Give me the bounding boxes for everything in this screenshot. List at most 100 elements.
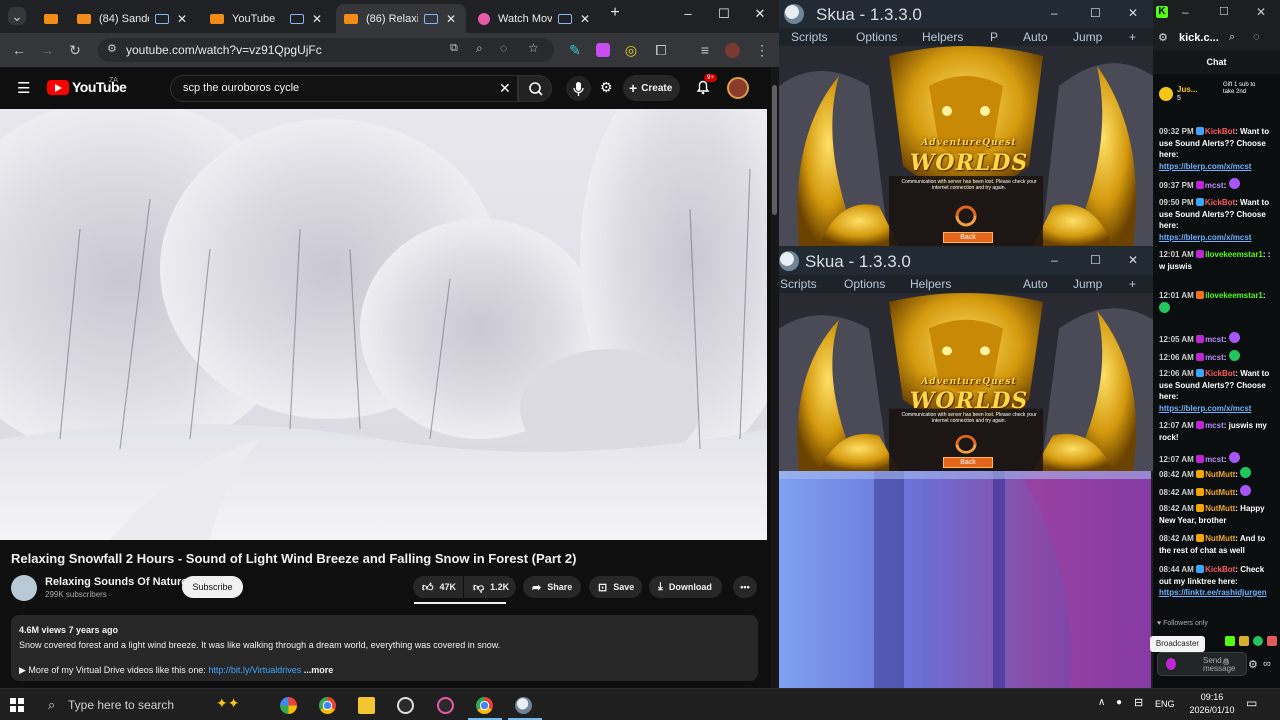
close-tab-icon[interactable]: ✕ [444,12,458,26]
chat-username[interactable]: mcst [1205,335,1224,344]
network-icon[interactable]: ⊟ [1134,696,1143,709]
clear-search-icon[interactable]: ✕ [499,80,511,97]
download-button[interactable]: ⤓ Download [649,576,722,598]
reload-button[interactable]: ↻ [66,41,84,59]
search-button[interactable] [518,75,552,102]
profile-avatar-icon[interactable] [724,42,740,58]
chat-username[interactable]: NutMutt [1205,534,1235,543]
back-button[interactable]: Back [943,232,993,243]
infinity-icon[interactable]: ∞ [1263,658,1271,670]
input-language[interactable]: ENG [1155,699,1175,709]
microphone-icon[interactable]: ● [1116,697,1122,708]
address-bar[interactable]: ⚙ youtube.com/watch?v=vz91QpgUjFc ⧉ ⌕ ◌ … [98,38,554,62]
close-button[interactable]: ✕ [1256,5,1266,19]
scrollbar-thumb[interactable] [772,85,777,215]
media-controls-icon[interactable]: ≡ [696,41,714,59]
description-box[interactable]: 4.6M views 7 years ago Snow covered fore… [11,615,758,681]
tune-icon[interactable]: ⚙ [1158,31,1168,44]
save-button[interactable]: ⊡ Save [589,576,642,598]
like-button[interactable]: 👍︎ 47K [413,576,463,598]
search-query-text[interactable]: scp the ouroboros cycle [183,82,299,94]
close-window-button[interactable]: ✕ [750,6,770,22]
settings-icon[interactable]: ⚙ [1248,658,1258,671]
description-link[interactable]: http://bit.ly/Virtualdrives [208,665,301,675]
eye-off-icon[interactable]: ◌ [500,41,507,55]
page-scrollbar[interactable] [771,67,779,688]
more-actions-button[interactable]: ••• [733,576,757,598]
kick-url[interactable]: kick.c... [1179,32,1219,44]
search-icon[interactable]: ⌕ [1229,31,1235,44]
menu-helpers[interactable]: Helpers [910,277,951,291]
back-button[interactable]: ← [10,41,28,59]
start-button[interactable] [10,698,24,712]
voice-search-button[interactable] [566,76,591,101]
extensions-puzzle-icon[interactable]: ⧠ [652,41,670,59]
youtube-logo-icon[interactable] [47,80,69,95]
send-message-placeholder[interactable]: Send a message [1203,657,1235,673]
menu-options[interactable]: Options [844,277,885,291]
close-tab-icon[interactable]: ✕ [175,12,189,26]
extension-icon-3[interactable]: ◎ [622,41,640,59]
menu-add[interactable]: + [1129,30,1136,44]
cast-icon[interactable]: ⚙ [600,79,613,96]
tab-relaxing[interactable]: (86) Relaxing ✕ [336,4,466,33]
chat-username[interactable]: NutMutt [1205,488,1235,497]
taskbar-search[interactable]: ⌕ Type here to search ✦✦ [42,693,274,717]
close-button[interactable]: ✕ [1128,6,1138,20]
menu-auto[interactable]: Auto [1023,30,1048,44]
tray-chevron-icon[interactable]: ∧ [1098,697,1105,708]
menu-jump[interactable]: Jump [1073,30,1102,44]
chrome-app-icon[interactable] [476,697,493,714]
chat-link[interactable]: https://blerp.com/x/mcst [1159,404,1251,413]
chat-username[interactable]: mcst [1205,455,1224,464]
game-viewport[interactable]: AdventureQuest WORLDS Communication with… [779,46,1153,246]
chat-link[interactable]: https://linktr.ee/rashidjurgen [1159,588,1267,597]
account-avatar[interactable] [727,77,749,99]
emote-icon[interactable] [1267,636,1277,646]
close-tab-icon[interactable]: ✕ [578,12,592,26]
menu-scripts[interactable]: Scripts [780,277,817,291]
tab-sander[interactable]: (84) Sander va ✕ [69,4,197,33]
channel-name-link[interactable]: Relaxing Sounds Of Nature [45,576,187,588]
chrome-app-icon[interactable] [319,697,336,714]
menu-options[interactable]: Options [856,30,897,44]
chat-username[interactable]: KickBot [1205,198,1235,207]
gift-sub-prompt[interactable]: Gift 1 sub to take 2nd [1223,82,1259,96]
minimize-button[interactable]: – [1051,253,1058,267]
menu-add[interactable]: + [1129,277,1136,291]
chat-username[interactable]: mcst [1205,353,1224,362]
maximize-button[interactable]: ☐ [1219,5,1229,18]
search-input[interactable]: scp the ouroboros cycle ✕ [170,75,518,102]
close-button[interactable]: ✕ [1128,253,1138,267]
photos-app-icon[interactable] [280,697,297,714]
eye-off-icon[interactable]: ◌ [1253,31,1260,43]
menu-helpers[interactable]: Helpers [922,30,963,44]
chrome-menu-icon[interactable]: ⋮ [753,41,771,59]
emote-icon[interactable] [1239,636,1249,646]
chat-username[interactable]: ilovekeemstar1 [1205,250,1263,259]
youtube-wordmark[interactable]: YouTube [72,79,127,95]
emote-icon[interactable] [1253,636,1263,646]
chat-username[interactable]: KickBot [1205,565,1235,574]
app-icon[interactable] [437,697,454,714]
menu-scripts[interactable]: Scripts [791,30,828,44]
new-tab-button[interactable]: + [605,4,625,22]
maximize-button[interactable]: ☐ [1090,253,1101,267]
install-app-icon[interactable]: ⧉ [450,42,458,55]
tab-youtube[interactable]: YouTube ✕ [202,4,332,33]
forward-button[interactable]: → [38,41,56,59]
chat-username[interactable]: KickBot [1205,369,1235,378]
extension-icon-2[interactable] [596,43,610,57]
app-icon[interactable] [397,697,414,714]
site-info-icon[interactable]: ⚙ [107,42,117,55]
extension-icon-1[interactable]: ✎ [566,41,584,59]
minimize-button[interactable]: – [1182,5,1189,19]
file-explorer-icon[interactable] [358,697,375,714]
maximize-button[interactable]: ☐ [1090,6,1101,20]
channel-avatar[interactable] [11,575,37,601]
chat-username[interactable]: ilovekeemstar1 [1205,291,1263,300]
bookmark-star-icon[interactable]: ☆ [528,41,539,55]
game-viewport[interactable]: AdventureQuest WORLDS Communication with… [779,293,1153,471]
emote-icon[interactable] [1225,636,1235,646]
menu-jump[interactable]: Jump [1073,277,1102,291]
